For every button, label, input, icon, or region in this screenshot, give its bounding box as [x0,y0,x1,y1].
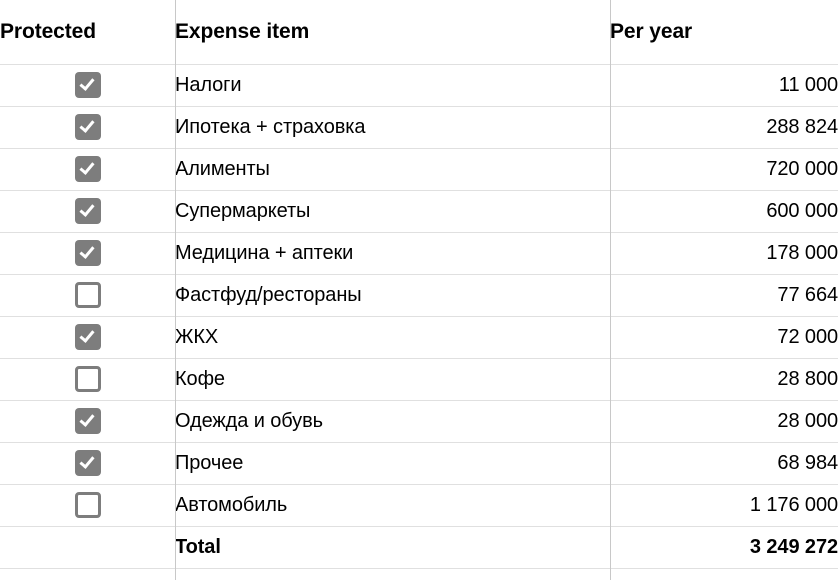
check-icon [78,453,95,469]
check-icon [78,243,95,259]
total-label: Total [175,526,610,569]
checkbox-unchecked-icon[interactable] [74,366,101,392]
check-icon [78,117,95,133]
per-year-cell: 11 000 [610,64,838,107]
total-value: 3 249 272 [610,526,838,569]
column-header-protected: Protected [0,0,175,65]
expense-item-cell: Медицина + аптеки [175,232,610,275]
expense-item-cell: Прочее [175,442,610,485]
check-icon [78,75,95,91]
table-row: Одежда и обувь 28 000 [0,400,838,443]
per-year-cell: 178 000 [610,232,838,275]
per-year-cell: 1 176 000 [610,484,838,527]
checkbox-unchecked-icon[interactable] [74,492,101,518]
table-row: Кофе 28 800 [0,358,838,401]
table-row: Автомобиль 1 176 000 [0,484,838,527]
checkbox-checked-icon[interactable] [74,198,101,224]
check-icon [78,327,95,343]
expense-item-cell: Ипотека + страховка [175,106,610,149]
expense-item-cell: ЖКХ [175,316,610,359]
expense-item-cell: Одежда и обувь [175,400,610,443]
table-row: Фастфуд/рестораны 77 664 [0,274,838,317]
protected-cell[interactable] [0,232,175,275]
expense-item-cell: Кофе [175,358,610,401]
checkbox-checked-icon[interactable] [74,408,101,434]
table-row: Супермаркеты 600 000 [0,190,838,233]
protected-cell[interactable] [0,442,175,485]
total-row: Total 3 249 272 [0,526,838,569]
check-icon [78,411,95,427]
sheet-bottom-blank-area [0,568,838,580]
expense-table-sheet: Protected Expense item Per year Налоги 11… [0,0,838,580]
checkbox-checked-icon[interactable] [74,240,101,266]
expense-item-cell: Налоги [175,64,610,107]
protected-cell[interactable] [0,148,175,191]
table-row: Налоги 11 000 [0,64,838,107]
protected-cell[interactable] [0,484,175,527]
protected-cell[interactable] [0,190,175,233]
per-year-cell: 600 000 [610,190,838,233]
expense-item-cell: Автомобиль [175,484,610,527]
protected-cell[interactable] [0,316,175,359]
column-header-per-year: Per year [610,0,838,65]
column-header-expense-item: Expense item [175,0,610,65]
table-row: Медицина + аптеки 178 000 [0,232,838,275]
check-icon [78,159,95,175]
expense-item-cell: Фастфуд/рестораны [175,274,610,317]
table-row: Алименты 720 000 [0,148,838,191]
protected-cell[interactable] [0,400,175,443]
per-year-cell: 28 000 [610,400,838,443]
checkbox-checked-icon[interactable] [74,114,101,140]
table-row: Ипотека + страховка 288 824 [0,106,838,149]
checkbox-checked-icon[interactable] [74,450,101,476]
table-row: ЖКХ 72 000 [0,316,838,359]
expense-item-cell: Супермаркеты [175,190,610,233]
protected-cell[interactable] [0,64,175,107]
per-year-cell: 72 000 [610,316,838,359]
table-row: Прочее 68 984 [0,442,838,485]
table-header-row: Protected Expense item Per year [0,0,838,65]
expense-item-cell: Алименты [175,148,610,191]
per-year-cell: 720 000 [610,148,838,191]
checkbox-unchecked-icon[interactable] [74,282,101,308]
check-icon [78,201,95,217]
checkbox-checked-icon[interactable] [74,324,101,350]
per-year-cell: 288 824 [610,106,838,149]
protected-cell[interactable] [0,106,175,149]
per-year-cell: 28 800 [610,358,838,401]
checkbox-checked-icon[interactable] [74,72,101,98]
per-year-cell: 77 664 [610,274,838,317]
table-body: Налоги 11 000 Ипотека + страховка 288 824 Ал… [0,64,838,569]
total-protected-cell-empty [0,526,175,569]
expenses-table: Protected Expense item Per year Налоги 11… [0,0,838,569]
per-year-cell: 68 984 [610,442,838,485]
table-header: Protected Expense item Per year [0,0,838,65]
checkbox-checked-icon[interactable] [74,156,101,182]
protected-cell[interactable] [0,358,175,401]
protected-cell[interactable] [0,274,175,317]
